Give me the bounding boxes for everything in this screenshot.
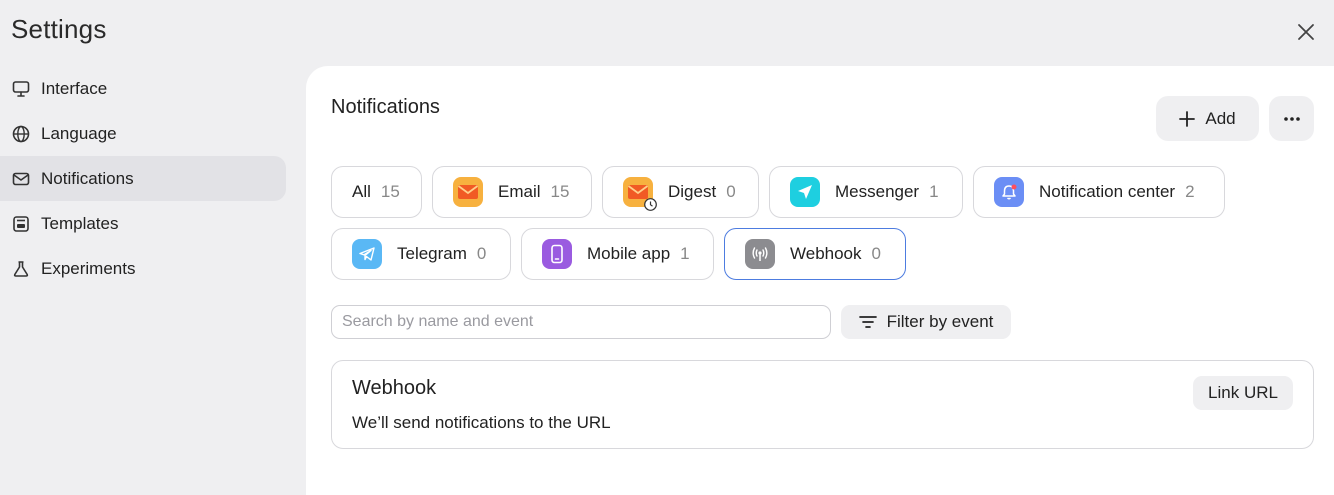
sidebar-item-interface[interactable]: Interface [0, 66, 286, 111]
email-icon [453, 177, 483, 207]
chip-label: Digest [668, 182, 717, 201]
chip-count: 15 [380, 182, 400, 201]
sidebar-item-label: Templates [41, 213, 119, 233]
channel-chip-webhook[interactable]: Webhook 0 [724, 228, 906, 280]
notifications-panel: Notifications Add All 15 Email 15 Digest… [306, 66, 1334, 495]
sidebar-item-label: Interface [41, 78, 108, 98]
channel-chip-notification-center[interactable]: Notification center 2 [973, 166, 1225, 218]
webhook-card: Webhook We’ll send notifications to the … [331, 360, 1314, 449]
channel-chip-all[interactable]: All 15 [331, 166, 422, 218]
channel-chip-messenger[interactable]: Messenger 1 [769, 166, 963, 218]
monitor-icon [11, 79, 31, 99]
chip-count: 0 [726, 182, 736, 201]
sidebar-item-notifications[interactable]: Notifications [0, 156, 286, 201]
chip-label: Webhook [790, 244, 862, 263]
page-title: Settings [11, 14, 107, 44]
filter-button-label: Filter by event [886, 312, 994, 331]
search-input[interactable] [331, 305, 831, 339]
webhook-icon [745, 239, 775, 269]
globe-icon [11, 124, 31, 144]
more-button[interactable] [1269, 96, 1314, 141]
chip-label: Mobile app [587, 244, 671, 263]
channel-chip-telegram[interactable]: Telegram 0 [331, 228, 511, 280]
sidebar: Interface Language Notifications Templat… [0, 66, 286, 291]
chip-label: Notification center [1039, 182, 1176, 201]
envelope-icon [11, 169, 31, 189]
filter-by-event-button[interactable]: Filter by event [841, 305, 1011, 339]
plus-icon [1179, 110, 1196, 127]
more-icon [1283, 116, 1300, 121]
sidebar-item-templates[interactable]: Templates [0, 201, 286, 246]
sidebar-item-label: Experiments [41, 258, 136, 278]
chip-label: Email [498, 182, 541, 201]
chip-count: 1 [680, 244, 690, 263]
card-title: Webhook [352, 377, 437, 399]
chip-count: 15 [550, 182, 570, 201]
template-icon [11, 214, 31, 234]
phone-icon [542, 239, 572, 269]
sidebar-item-label: Notifications [41, 168, 134, 188]
link-url-button[interactable]: Link URL [1193, 376, 1293, 410]
channel-chip-digest[interactable]: Digest 0 [602, 166, 759, 218]
chip-label: Messenger [835, 182, 920, 201]
chip-label: All [352, 182, 371, 201]
chip-count: 0 [871, 244, 881, 263]
section-title: Notifications [331, 96, 440, 118]
sidebar-item-language[interactable]: Language [0, 111, 286, 156]
chip-count: 0 [476, 244, 487, 263]
close-icon [1298, 24, 1314, 40]
messenger-icon [790, 177, 820, 207]
flask-icon [11, 259, 31, 279]
card-description: We’ll send notifications to the URL [352, 413, 611, 432]
channel-chip-email[interactable]: Email 15 [432, 166, 592, 218]
bell-icon [994, 177, 1024, 207]
add-button-label: Add [1205, 108, 1236, 128]
sidebar-item-label: Language [41, 123, 117, 143]
close-button[interactable] [1292, 18, 1320, 46]
sidebar-item-experiments[interactable]: Experiments [0, 246, 286, 291]
add-button[interactable]: Add [1156, 96, 1259, 141]
chip-label: Telegram [397, 244, 467, 263]
settings-window: Settings Interface Language Notification… [0, 0, 1334, 495]
chip-count: 2 [1185, 182, 1195, 201]
filter-icon [858, 315, 877, 329]
telegram-icon [352, 239, 382, 269]
digest-icon [623, 177, 657, 211]
chip-count: 1 [929, 182, 939, 201]
channel-chip-mobile-app[interactable]: Mobile app 1 [521, 228, 714, 280]
